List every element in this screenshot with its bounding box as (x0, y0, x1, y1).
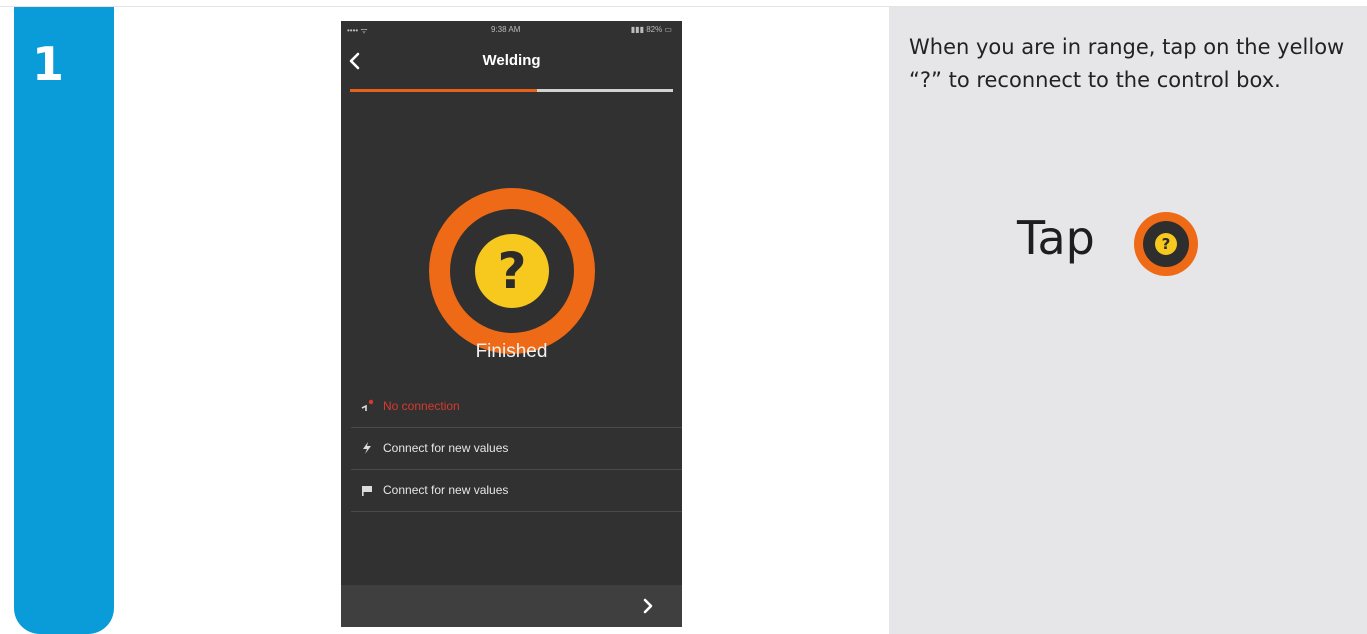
instruction-panel: When you are in range, tap on the yellow… (889, 7, 1367, 634)
list-item-result: Connect for new values (351, 470, 682, 512)
list-item-energy: Connect for new values (351, 428, 682, 470)
list-item-label: No connection (383, 399, 460, 413)
lightning-icon (363, 442, 371, 454)
list-item-label: Connect for new values (383, 441, 509, 455)
question-button-icon: ? (1134, 212, 1198, 276)
info-list: No connection Connect for new values Con… (351, 386, 682, 512)
chevron-right-icon[interactable] (642, 598, 654, 614)
welding-progress-bar (350, 89, 673, 92)
question-mark-icon[interactable]: ? (475, 234, 549, 308)
reconnect-status-ring[interactable]: ? (429, 188, 595, 354)
step-indicator: 1 (14, 7, 114, 634)
tap-question-mark: ? (1155, 233, 1177, 255)
battery-indicator: ▮▮▮ 82% ▭ (630, 25, 672, 34)
weld-status-label: Finished (475, 341, 548, 362)
tap-icon-inner: ? (1143, 221, 1189, 267)
list-item-label: Connect for new values (383, 483, 509, 497)
status-time: 9:38 AM (491, 25, 521, 34)
phone-status-bar: •••• ᯤ 9:38 AM ▮▮▮ 82% ▭ (341, 21, 682, 39)
phone-screenshot: •••• ᯤ 9:38 AM ▮▮▮ 82% ▭ Welding ? Finis… (341, 21, 682, 627)
bottom-navigation-bar (341, 585, 682, 627)
connection-icon (361, 399, 374, 411)
signal-indicator: •••• ᯤ (347, 26, 368, 35)
ring-center: ? (450, 209, 574, 333)
instruction-text: When you are in range, tap on the yellow… (909, 35, 1345, 92)
welding-progress-fill (350, 89, 538, 92)
screen-title: Welding (482, 52, 541, 69)
list-item-connection: No connection (351, 386, 682, 428)
flag-icon (362, 486, 372, 496)
tap-label: Tap (1017, 211, 1095, 265)
step-number: 1 (32, 37, 65, 91)
